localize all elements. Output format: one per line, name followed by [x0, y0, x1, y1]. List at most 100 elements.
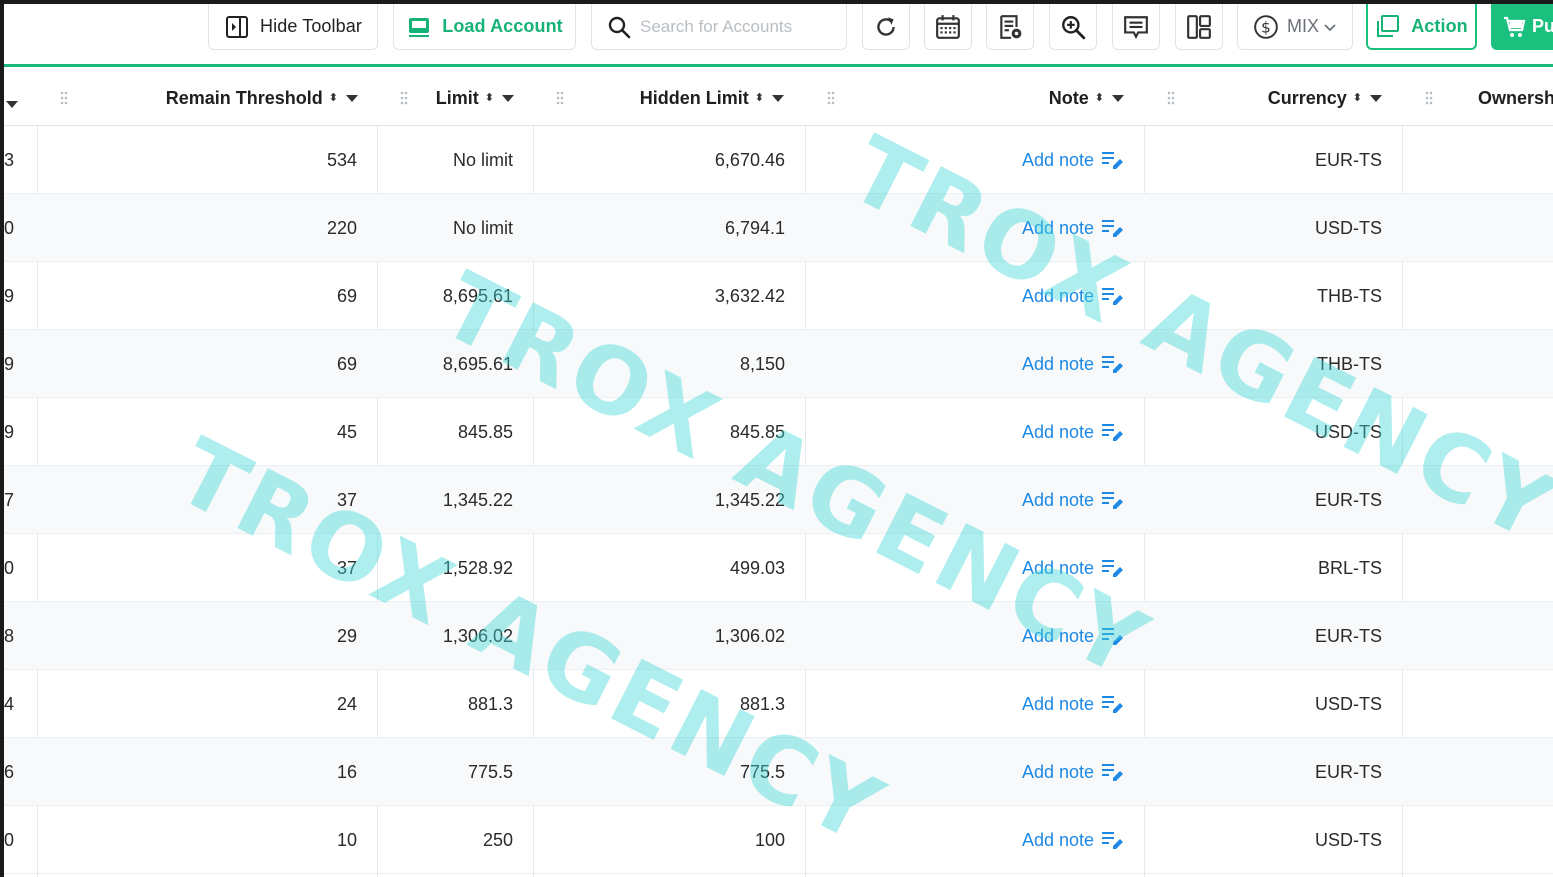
note-cell: Add note: [812, 466, 1124, 534]
table-row[interactable]: 4 24 881.3 881.3 Add note USD-TS: [4, 670, 1553, 738]
add-note-link[interactable]: Add note: [1022, 762, 1124, 783]
purchase-button[interactable]: Pu: [1491, 4, 1553, 50]
edit-note-icon: [1102, 627, 1124, 645]
prev-column-caret[interactable]: [6, 95, 18, 113]
currency-cell: THB-TS: [1317, 285, 1382, 306]
edit-note-icon: [1102, 763, 1124, 781]
currency-mode-value: MIX: [1286, 16, 1319, 36]
zoom-in-button[interactable]: [1049, 4, 1097, 50]
header-currency[interactable]: Currency ⬍: [1204, 70, 1382, 126]
header-remain-threshold[interactable]: Remain Threshold ⬍: [104, 70, 358, 126]
calendar-button[interactable]: [924, 4, 972, 50]
edit-note-icon: [1102, 491, 1124, 509]
filter-caret-icon[interactable]: [1370, 94, 1382, 102]
prev-column-cell: 0: [4, 217, 15, 238]
currency-cell: EUR-TS: [1315, 761, 1382, 782]
header-limit[interactable]: Limit ⬍: [414, 70, 514, 126]
add-note-link[interactable]: Add note: [1022, 558, 1124, 579]
filter-caret-icon[interactable]: [772, 94, 784, 102]
remain-threshold-cell: 37: [336, 557, 357, 578]
search-input[interactable]: [640, 16, 820, 37]
remain-threshold-cell: 16: [336, 761, 357, 782]
remain-threshold-cell: 45: [336, 421, 357, 442]
header-ownership[interactable]: Ownersh: [1478, 70, 1553, 126]
table-row[interactable]: 9 45 845.85 845.85 Add note USD-TS: [4, 398, 1553, 466]
add-note-link[interactable]: Add note: [1022, 490, 1124, 511]
filter-caret-icon[interactable]: [346, 94, 358, 102]
currency-cell: USD-TS: [1315, 217, 1382, 238]
edit-note-icon: [1102, 219, 1124, 237]
add-note-link[interactable]: Add note: [1022, 218, 1124, 239]
table-row[interactable]: 8 29 1,306.02 1,306.02 Add note EUR-TS: [4, 602, 1553, 670]
layout-icon: [1186, 14, 1212, 40]
layout-button[interactable]: [1175, 4, 1223, 50]
load-account-button[interactable]: Load Account: [393, 4, 576, 50]
action-button[interactable]: Action: [1366, 4, 1477, 50]
hidden-limit-cell: 845.85: [729, 421, 785, 442]
table-row[interactable]: 0 10 250 100 Add note USD-TS: [4, 806, 1553, 874]
note-cell: Add note: [812, 194, 1124, 262]
edit-note-icon: [1102, 423, 1124, 441]
prev-column-cell: 0: [4, 829, 15, 850]
table-row[interactable]: 0 37 1,528.92 499.03 Add note BRL-TS: [4, 534, 1553, 602]
currency-cell: EUR-TS: [1315, 625, 1382, 646]
add-note-link[interactable]: Add note: [1022, 422, 1124, 443]
table-row[interactable]: 7 37 1,345.22 1,345.22 Add note EUR-TS: [4, 466, 1553, 534]
prev-column-cell: 9: [4, 421, 15, 442]
load-account-label: Load Account: [442, 16, 563, 36]
drag-handle-icon[interactable]: [59, 89, 69, 107]
edit-note-icon: [1102, 695, 1124, 713]
note-cell: Add note: [812, 806, 1124, 874]
drag-handle-icon[interactable]: [826, 89, 836, 107]
table-row[interactable]: 6 16 775.5 775.5 Add note EUR-TS: [4, 738, 1553, 806]
currency-cell: EUR-TS: [1315, 489, 1382, 510]
currency-cell: USD-TS: [1315, 829, 1382, 850]
add-note-link[interactable]: Add note: [1022, 694, 1124, 715]
drag-handle-icon[interactable]: [1424, 89, 1434, 107]
filter-caret-icon[interactable]: [1112, 94, 1124, 102]
add-note-link[interactable]: Add note: [1022, 354, 1124, 375]
note-cell: Add note: [812, 398, 1124, 466]
prev-column-cell: 9: [4, 285, 15, 306]
edit-note-icon: [1102, 355, 1124, 373]
note-cell: Add note: [812, 330, 1124, 398]
filter-caret-icon[interactable]: [502, 94, 514, 102]
table-row[interactable]: 3 534 No limit 6,670.46 Add note EUR-TS: [4, 126, 1553, 194]
drag-handle-icon[interactable]: [555, 89, 565, 107]
search-icon: [606, 14, 632, 40]
add-note-link[interactable]: Add note: [1022, 830, 1124, 851]
header-hidden-limit[interactable]: Hidden Limit ⬍: [584, 70, 784, 126]
report-settings-button[interactable]: [986, 4, 1034, 50]
drag-handle-icon[interactable]: [1166, 89, 1176, 107]
prev-column-cell: 6: [4, 761, 15, 782]
add-note-link[interactable]: Add note: [1022, 626, 1124, 647]
hide-toolbar-button[interactable]: Hide Toolbar: [208, 4, 378, 50]
search-box[interactable]: [591, 4, 847, 50]
note-cell: Add note: [812, 534, 1124, 602]
table-row[interactable]: 0 220 No limit 6,794.1 Add note USD-TS: [4, 194, 1553, 262]
load-account-icon: [406, 14, 432, 40]
sort-icon: ⬍: [484, 92, 494, 104]
table-row[interactable]: 9 69 8,695.61 3,632.42 Add note THB-TS: [4, 262, 1553, 330]
remain-threshold-cell: 29: [336, 625, 357, 646]
remain-threshold-cell: 10: [336, 829, 357, 850]
sidebar-toggle-icon: [224, 14, 250, 40]
hidden-limit-cell: 6,794.1: [724, 217, 785, 238]
add-note-link[interactable]: Add note: [1022, 286, 1124, 307]
edit-note-icon: [1102, 559, 1124, 577]
header-note[interactable]: Note ⬍: [904, 70, 1124, 126]
currency-cell: THB-TS: [1317, 353, 1382, 374]
refresh-button[interactable]: [862, 4, 910, 50]
edit-note-icon: [1102, 287, 1124, 305]
add-note-link[interactable]: Add note: [1022, 150, 1124, 171]
drag-handle-icon[interactable]: [399, 89, 409, 107]
message-button[interactable]: [1112, 4, 1160, 50]
remain-threshold-cell: 220: [326, 217, 357, 238]
currency-cell: USD-TS: [1315, 421, 1382, 442]
hidden-limit-cell: 775.5: [739, 761, 785, 782]
hide-toolbar-label: Hide Toolbar: [260, 16, 362, 36]
remain-threshold-cell: 534: [326, 149, 357, 170]
table-row[interactable]: 9 69 8,695.61 8,150 Add note THB-TS: [4, 330, 1553, 398]
action-window-icon: [1375, 13, 1401, 39]
currency-mode-select[interactable]: $ MIX: [1237, 4, 1353, 50]
